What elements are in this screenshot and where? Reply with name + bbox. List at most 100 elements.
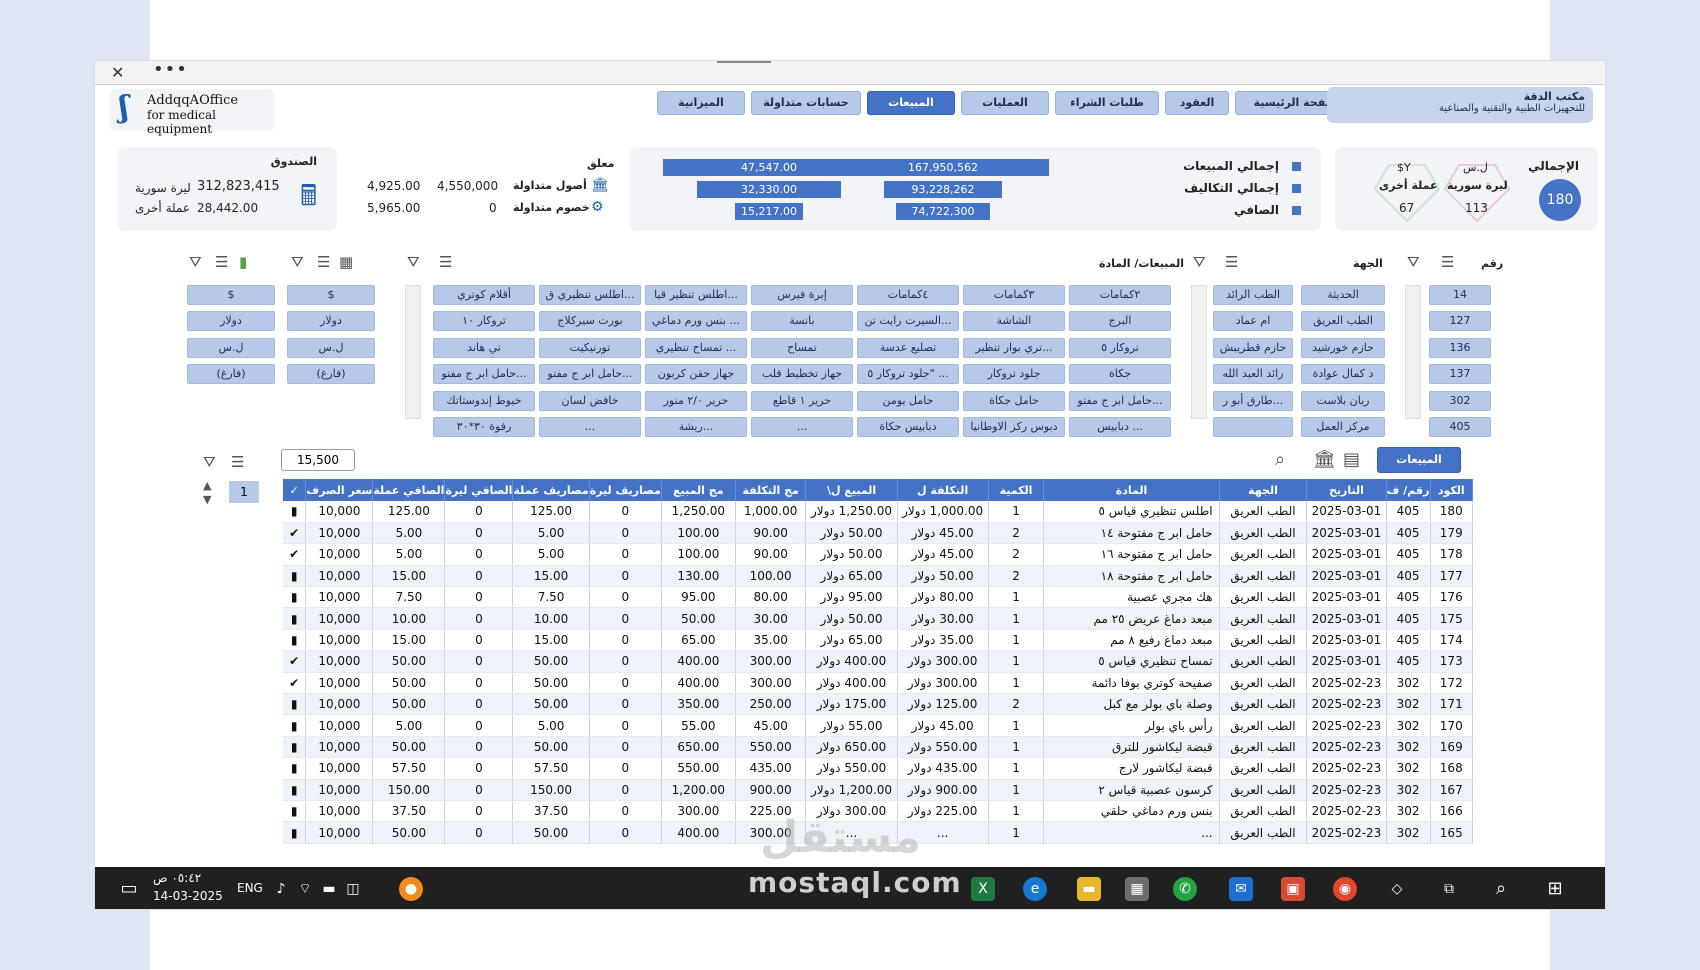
- slicer-material-item[interactable]: حامل يومن: [857, 390, 959, 411]
- multiselect-icon[interactable]: ☰: [1225, 253, 1238, 271]
- slicer-material-item[interactable]: رفوة ٣٠*٣٠: [433, 417, 535, 437]
- table-row[interactable]: 180 405 2025-03-01 الطب العريق اطلس تنظيري ق…: [283, 501, 1473, 523]
- scrollbar[interactable]: [1191, 285, 1207, 419]
- table-row[interactable]: 169 302 2025-02-23 الطب العريق قبضة ليكاشور …: [283, 736, 1473, 759]
- slicer-material-item[interactable]: تري بوار تنظير...: [963, 337, 1065, 358]
- slicer-party-item[interactable]: ام عماد: [1213, 311, 1293, 332]
- column-header[interactable]: مصاريف ليرة: [589, 479, 662, 501]
- column-header[interactable]: مصاريف عملة: [512, 479, 590, 501]
- tab-budget[interactable]: الميزانية: [657, 91, 745, 115]
- spinner-down-icon[interactable]: ▼: [203, 493, 211, 506]
- windows-start-icon[interactable]: ⊞: [1543, 877, 1567, 901]
- slicer-num-item[interactable]: 302: [1429, 390, 1491, 411]
- slicer-num-item[interactable]: 405: [1429, 417, 1491, 437]
- slicer-material-item[interactable]: ٢كمامات: [1069, 285, 1171, 305]
- spinner-value[interactable]: 1: [229, 481, 259, 503]
- slicer-currency-item[interactable]: ل.س: [187, 337, 275, 358]
- app-orange-icon[interactable]: ●: [399, 877, 423, 901]
- search-icon[interactable]: ⌕: [1275, 449, 1285, 470]
- table-row[interactable]: 175 405 2025-03-01 الطب العريق مبعد دماغ عري…: [283, 607, 1473, 630]
- slicer-currency-item[interactable]: (فارغ): [287, 364, 375, 385]
- slicer-material-item[interactable]: حامل ابر ج مفتو...: [1069, 390, 1171, 411]
- excel-icon[interactable]: X: [971, 877, 995, 901]
- multiselect-icon[interactable]: ☰: [231, 453, 244, 471]
- clear-filter-icon[interactable]: ⛛: [407, 253, 420, 271]
- slicer-material-item[interactable]: بنس ورم دماغي ...: [645, 311, 747, 332]
- table-row[interactable]: 172 302 2025-02-23 الطب العريق صفيحة كوتري ب…: [283, 672, 1473, 695]
- slicer-material-item[interactable]: الشاشة: [963, 311, 1065, 332]
- chart-icon[interactable]: ▮: [239, 253, 247, 271]
- column-header[interactable]: المبيع ل\: [805, 479, 898, 501]
- slicer-material-item[interactable]: دبوس ركز الاوطانيا: [963, 417, 1065, 437]
- column-header[interactable]: الصافي عملة: [372, 479, 446, 501]
- report-icon[interactable]: ▤: [1343, 449, 1360, 470]
- volume-icon[interactable]: ♪: [269, 877, 293, 901]
- column-header[interactable]: الجهة: [1219, 479, 1308, 501]
- column-header[interactable]: مج التكلفة: [735, 479, 807, 501]
- store-icon[interactable]: ▣: [1281, 877, 1305, 901]
- column-header[interactable]: الكمية: [988, 479, 1045, 501]
- slicer-material-item[interactable]: ...: [539, 417, 641, 437]
- clear-filter-icon[interactable]: ⛛: [189, 253, 202, 271]
- battery-icon[interactable]: ▬: [317, 877, 341, 901]
- slicer-material-item[interactable]: بورت سيركلاج: [539, 311, 641, 332]
- column-header[interactable]: التاريخ: [1306, 479, 1387, 501]
- spinner-up-icon[interactable]: ▲: [203, 479, 211, 492]
- slicer-material-item[interactable]: ٤كمامات: [857, 285, 959, 305]
- slicer-material-item[interactable]: تمساح: [751, 337, 853, 358]
- slicer-material-item[interactable]: جلود تروكار: [963, 364, 1065, 385]
- table-row[interactable]: 178 405 2025-03-01 الطب العريق حامل ابر ج مف…: [283, 543, 1473, 566]
- slicer-material-item[interactable]: اطلس تنظير قيا...: [645, 285, 747, 305]
- slicer-material-item[interactable]: تي هاند: [433, 337, 535, 358]
- table-row[interactable]: 167 302 2025-02-23 الطب العريق كرسون عصبية ق…: [283, 779, 1473, 801]
- table-row[interactable]: 174 405 2025-03-01 الطب العريق مبعد دماغ رفي…: [283, 629, 1473, 652]
- scrollbar[interactable]: [405, 285, 421, 419]
- tab-sales[interactable]: المبيعات: [867, 91, 955, 115]
- column-header[interactable]: الصافي ليرة: [444, 479, 514, 501]
- table-icon[interactable]: ▦: [339, 253, 353, 271]
- scrollbar[interactable]: [1405, 285, 1421, 419]
- slicer-material-item[interactable]: حامل جكاة: [963, 390, 1065, 411]
- slicer-party-item[interactable]: حازم قطريبش: [1213, 337, 1293, 358]
- close-icon[interactable]: ✕: [111, 63, 124, 82]
- slicer-party-item[interactable]: الطب الرائد: [1213, 285, 1293, 305]
- slicer-material-item[interactable]: جهاز حقن كربون: [645, 364, 747, 385]
- table-row[interactable]: 170 302 2025-02-23 الطب العريق رأس باي بولر 1…: [283, 714, 1473, 737]
- slicer-party-item[interactable]: حازم خورشيد: [1301, 337, 1385, 358]
- slicer-material-item[interactable]: البرج: [1069, 311, 1171, 332]
- clear-filter-icon[interactable]: ⛛: [291, 253, 304, 271]
- bank-icon[interactable]: 🏛: [1313, 449, 1336, 470]
- column-header[interactable]: المادة: [1043, 479, 1220, 501]
- slicer-currency-item[interactable]: ل.س: [287, 337, 375, 358]
- device-icon[interactable]: ◫: [341, 877, 365, 901]
- slicer-material-item[interactable]: حرير ١ قاطع: [751, 390, 853, 411]
- slicer-num-item[interactable]: 137: [1429, 364, 1491, 385]
- slicer-material-item[interactable]: دبابيس حكاة: [857, 417, 959, 437]
- slicer-material-item[interactable]: حامل ابر ج مفتو...: [539, 364, 641, 385]
- multiselect-icon[interactable]: ☰: [439, 253, 452, 271]
- column-header[interactable]: التكلفة ل: [897, 479, 989, 501]
- column-header[interactable]: مج المبيع: [661, 479, 736, 501]
- slicer-material-item[interactable]: حامل ابر ج مفتو...: [433, 364, 535, 385]
- slicer-party-item[interactable]: طارق أبو ر...: [1213, 390, 1293, 411]
- slicer-material-item[interactable]: تروكار ١٠: [433, 311, 535, 332]
- slicer-material-item[interactable]: السيرت رايت تن...: [857, 311, 959, 332]
- table-row[interactable]: 176 405 2025-03-01 الطب العريق هك مجري عصبية…: [283, 586, 1473, 609]
- slicer-party-item[interactable]: الحديثة: [1301, 285, 1385, 305]
- drag-handle[interactable]: [717, 61, 771, 63]
- slicer-num-item[interactable]: 136: [1429, 337, 1491, 358]
- slicer-material-item[interactable]: دبابيس ...: [1069, 417, 1171, 437]
- clear-filter-icon[interactable]: ⛛: [203, 453, 216, 471]
- slicer-material-item[interactable]: إبرة فيرس: [751, 285, 853, 305]
- slicer-currency-item[interactable]: (فارغ): [187, 364, 275, 385]
- chrome-icon[interactable]: ◉: [1333, 877, 1357, 901]
- more-icon[interactable]: •••: [153, 61, 188, 80]
- table-row[interactable]: 168 302 2025-02-23 الطب العريق قبضة ليكاشور …: [283, 757, 1473, 780]
- slicer-party-item[interactable]: رائد العبد الله: [1213, 364, 1293, 385]
- language-indicator[interactable]: ENG: [237, 881, 263, 895]
- slicer-material-item[interactable]: تصليع عدسة: [857, 337, 959, 358]
- slicer-party-item[interactable]: [1213, 417, 1293, 437]
- slicer-material-item[interactable]: بانسة: [751, 311, 853, 332]
- slicer-material-item[interactable]: أقلام كوتري: [433, 285, 535, 305]
- table-row[interactable]: 179 405 2025-03-01 الطب العريق حامل ابر ج مف…: [283, 522, 1473, 545]
